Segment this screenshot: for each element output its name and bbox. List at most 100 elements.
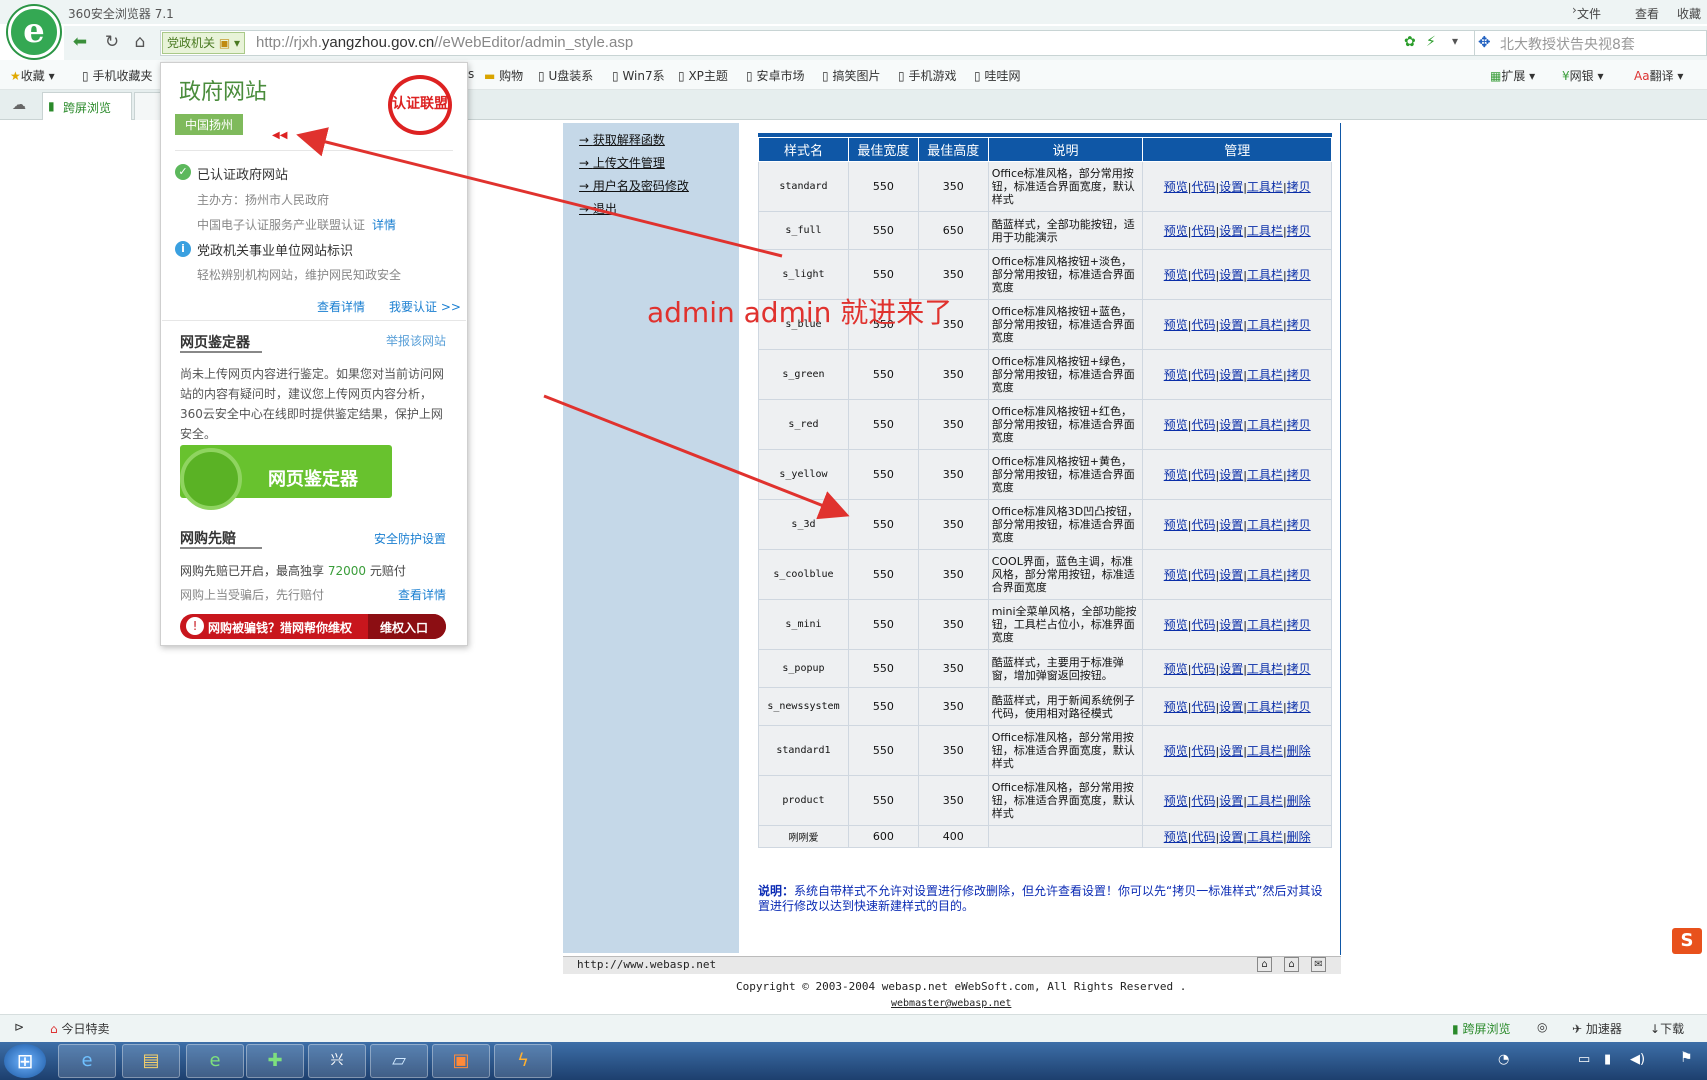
gov-site-badge[interactable]: 党政机关 ▣ ▾ xyxy=(162,32,246,54)
settings-link[interactable]: 设置 xyxy=(1219,224,1243,238)
preview-link[interactable]: 预览 xyxy=(1164,518,1188,532)
cross-screen-status[interactable]: ▮ 跨屏浏览 xyxy=(1452,1020,1510,1037)
toolbar-link[interactable]: 工具栏 xyxy=(1247,418,1283,432)
menu-file[interactable]: 文件 xyxy=(1577,5,1601,22)
settings-link[interactable]: 设置 xyxy=(1219,180,1243,194)
settings-link[interactable]: 设置 xyxy=(1219,318,1243,332)
settings-link[interactable]: 设置 xyxy=(1219,568,1243,582)
preview-link[interactable]: 预览 xyxy=(1164,744,1188,758)
cert-details-link[interactable]: 详情 xyxy=(372,216,396,233)
certify-link[interactable]: 我要认证 >> xyxy=(389,298,461,315)
toolbar-link[interactable]: 工具栏 xyxy=(1247,830,1283,844)
preview-link[interactable]: 预览 xyxy=(1164,468,1188,482)
toolbar-link[interactable]: 工具栏 xyxy=(1247,744,1283,758)
ie-taskbar-icon[interactable]: e xyxy=(58,1044,116,1078)
tray-wifi-icon[interactable]: ◔ xyxy=(1498,1052,1509,1067)
copy-link[interactable]: 拷贝 xyxy=(1287,418,1311,432)
delete-link[interactable]: 删除 xyxy=(1287,744,1311,758)
url-text[interactable]: http://rjxh.yangzhou.gov.cn//eWebEditor/… xyxy=(256,34,633,51)
report-site-link[interactable]: 举报该网站 xyxy=(386,332,446,349)
preview-link[interactable]: 预览 xyxy=(1164,180,1188,194)
code-link[interactable]: 代码 xyxy=(1191,662,1215,676)
bookmark-icon[interactable]: ⌂ xyxy=(1284,957,1299,972)
code-link[interactable]: 代码 xyxy=(1191,518,1215,532)
translate-button[interactable]: Aa翻译 ▾ xyxy=(1634,67,1683,84)
nav-link-password[interactable]: → 用户名及密码修改 xyxy=(579,177,689,194)
toolbar-link[interactable]: 工具栏 xyxy=(1247,180,1283,194)
settings-link[interactable]: 设置 xyxy=(1219,662,1243,676)
code-link[interactable]: 代码 xyxy=(1191,744,1215,758)
toolbar-link[interactable]: 工具栏 xyxy=(1247,662,1283,676)
bookmark-favorites[interactable]: ★收藏 ▾ xyxy=(10,67,55,84)
nav-link-logout[interactable]: → 退出 xyxy=(579,200,617,217)
bookmark-mobile[interactable]: ▯ 手机收藏夹 xyxy=(82,67,152,84)
bookmark-wawa[interactable]: ▯ 哇哇网 xyxy=(974,67,1020,84)
code-link[interactable]: 代码 xyxy=(1191,830,1215,844)
settings-link[interactable]: 设置 xyxy=(1219,618,1243,632)
settings-link[interactable]: 设置 xyxy=(1219,368,1243,382)
webmaster-link[interactable]: webmaster@webasp.net xyxy=(891,998,1011,1009)
security-settings-link[interactable]: 安全防护设置 xyxy=(374,530,446,547)
toolbar-link[interactable]: 工具栏 xyxy=(1247,794,1283,808)
bookmark-usb[interactable]: ▯ U盘装系 xyxy=(538,67,593,84)
copy-link[interactable]: 拷贝 xyxy=(1287,368,1311,382)
sidebar-toggle-icon[interactable]: ⊳ xyxy=(14,1020,24,1034)
photo-taskbar-icon[interactable]: ▣ xyxy=(432,1044,490,1078)
preview-link[interactable]: 预览 xyxy=(1164,268,1188,282)
nav-link-functions[interactable]: → 获取解释函数 xyxy=(579,131,665,148)
browser360-taskbar-icon[interactable]: e xyxy=(186,1044,244,1078)
lightning-icon[interactable]: ⚡ xyxy=(1426,34,1436,50)
speed-icon[interactable]: ◎ xyxy=(1537,1020,1547,1034)
toolbar-link[interactable]: 工具栏 xyxy=(1247,700,1283,714)
code-link[interactable]: 代码 xyxy=(1191,568,1215,582)
download-button[interactable]: ↓下载 xyxy=(1650,1020,1684,1037)
tray-network-icon[interactable]: ▮ xyxy=(1604,1052,1611,1067)
copy-link[interactable]: 拷贝 xyxy=(1287,268,1311,282)
thunder-taskbar-icon[interactable]: ϟ xyxy=(494,1044,552,1078)
browser-logo-icon[interactable]: e xyxy=(8,6,60,58)
bookmark-games[interactable]: ▯ 手机游戏 xyxy=(898,67,956,84)
refresh-icon[interactable]: ↻ xyxy=(100,30,124,54)
preview-link[interactable]: 预览 xyxy=(1164,224,1188,238)
sogou-input-icon[interactable]: S xyxy=(1672,928,1702,954)
explorer-taskbar-icon[interactable]: ▤ xyxy=(122,1044,180,1078)
toolbar-link[interactable]: 工具栏 xyxy=(1247,518,1283,532)
code-link[interactable]: 代码 xyxy=(1191,618,1215,632)
preview-link[interactable]: 预览 xyxy=(1164,794,1188,808)
code-link[interactable]: 代码 xyxy=(1191,368,1215,382)
home-icon[interactable]: ⌂ xyxy=(1257,957,1272,972)
settings-link[interactable]: 设置 xyxy=(1219,700,1243,714)
toolbar-link[interactable]: 工具栏 xyxy=(1247,368,1283,382)
preview-link[interactable]: 预览 xyxy=(1164,662,1188,676)
code-link[interactable]: 代码 xyxy=(1191,318,1215,332)
preview-link[interactable]: 预览 xyxy=(1164,618,1188,632)
copy-link[interactable]: 拷贝 xyxy=(1287,180,1311,194)
toolbar-link[interactable]: 工具栏 xyxy=(1247,224,1283,238)
bookmark-funny[interactable]: ▯ 搞笑图片 xyxy=(822,67,880,84)
security-shield-icon[interactable]: ✿ xyxy=(1404,34,1416,50)
preview-link[interactable]: 预览 xyxy=(1164,700,1188,714)
tray-volume-icon[interactable]: ◀) xyxy=(1630,1052,1645,1067)
copy-link[interactable]: 拷贝 xyxy=(1287,224,1311,238)
settings-link[interactable]: 设置 xyxy=(1219,830,1243,844)
mail-icon[interactable]: ✉ xyxy=(1311,957,1326,972)
code-link[interactable]: 代码 xyxy=(1191,468,1215,482)
start-button-icon[interactable]: ⊞ xyxy=(4,1044,46,1078)
notepad-taskbar-icon[interactable]: ▱ xyxy=(370,1044,428,1078)
search-suggestion[interactable]: 北大教授状告央视8套 xyxy=(1500,34,1635,54)
delete-link[interactable]: 删除 xyxy=(1287,794,1311,808)
cloud-icon[interactable]: ☁ xyxy=(12,97,26,113)
copy-link[interactable]: 拷贝 xyxy=(1287,468,1311,482)
extensions-button[interactable]: ▦扩展 ▾ xyxy=(1490,67,1535,84)
settings-link[interactable]: 设置 xyxy=(1219,518,1243,532)
delete-link[interactable]: 删除 xyxy=(1287,830,1311,844)
settings-link[interactable]: 设置 xyxy=(1219,744,1243,758)
guard360-taskbar-icon[interactable]: ✚ xyxy=(246,1044,304,1078)
bookmark-xp[interactable]: ▯ XP主题 xyxy=(678,67,728,84)
team-taskbar-icon[interactable]: 兴 xyxy=(308,1044,366,1078)
toolbar-link[interactable]: 工具栏 xyxy=(1247,568,1283,582)
code-link[interactable]: 代码 xyxy=(1191,418,1215,432)
copy-link[interactable]: 拷贝 xyxy=(1287,618,1311,632)
ebank-button[interactable]: ¥网银 ▾ xyxy=(1562,67,1604,84)
settings-link[interactable]: 设置 xyxy=(1219,468,1243,482)
